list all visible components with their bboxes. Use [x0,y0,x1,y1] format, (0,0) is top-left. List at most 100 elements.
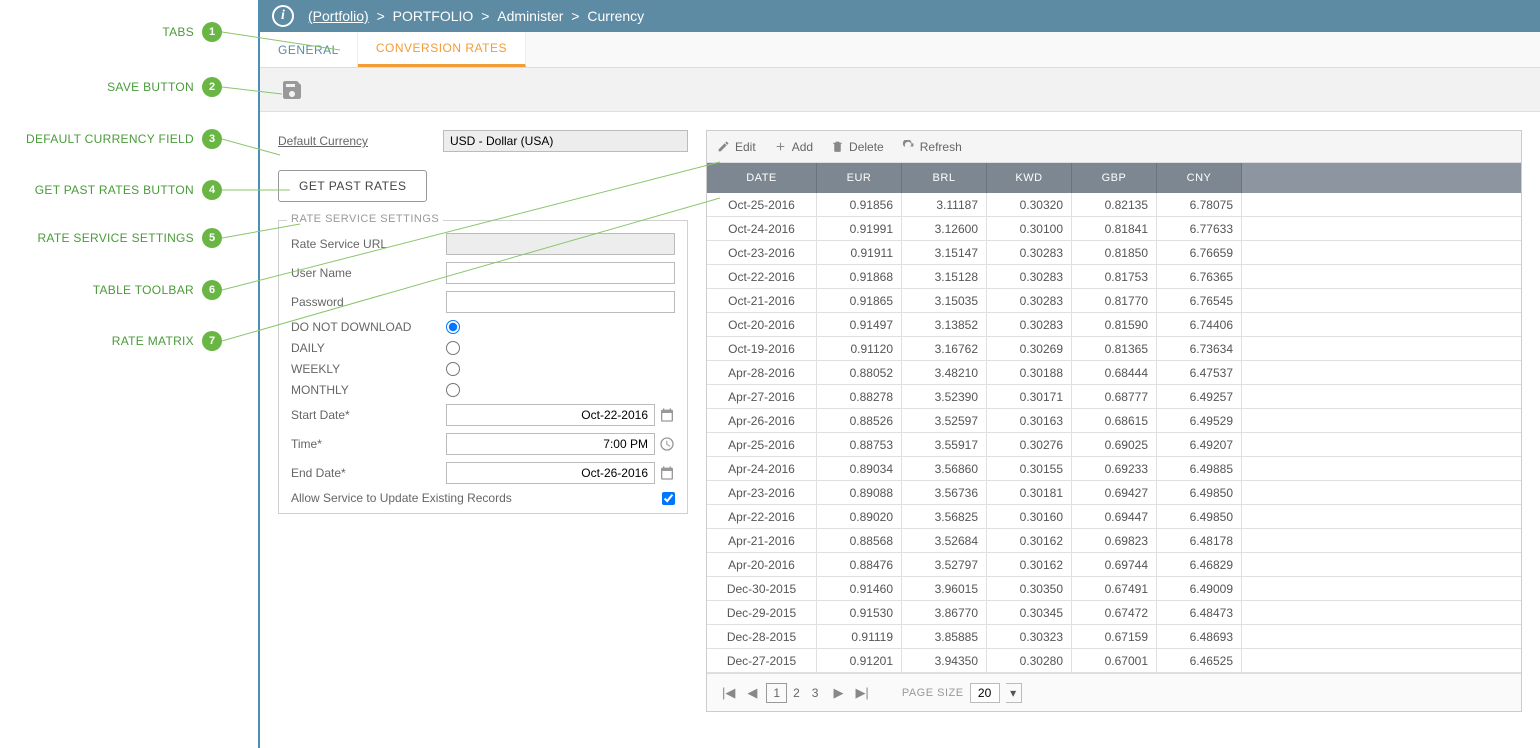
end-date-input[interactable] [446,462,655,484]
table-cell: 3.56825 [902,505,987,528]
table-cell: 0.67001 [1072,649,1157,672]
pager-page-3[interactable]: 3 [806,684,825,702]
table-cell: Dec-28-2015 [707,625,817,648]
monthly-label: MONTHLY [291,383,446,397]
table-cell: 0.30276 [987,433,1072,456]
grid-pager: |◀ ◀ 123 ▶ ▶| PAGE SIZE ▾ [707,673,1521,711]
delete-button[interactable]: Delete [831,140,884,154]
table-cell: 3.11187 [902,193,987,216]
table-toolbar: Edit Add Delete Refresh [707,131,1521,163]
weekly-radio[interactable] [446,362,460,376]
rate-service-url-input[interactable] [446,233,675,255]
daily-radio[interactable] [446,341,460,355]
annotation-3: DEFAULT CURRENCY FIELD3 [26,129,222,149]
save-icon[interactable] [280,78,304,102]
table-row[interactable]: Apr-26-20160.885263.525970.301630.686156… [707,409,1521,433]
table-row[interactable]: Dec-30-20150.914603.960150.303500.674916… [707,577,1521,601]
table-row[interactable]: Apr-28-20160.880523.482100.301880.684446… [707,361,1521,385]
table-cell: 3.15035 [902,289,987,312]
col-cny[interactable]: CNY [1157,163,1242,193]
table-cell: 3.48210 [902,361,987,384]
table-cell: 0.88568 [817,529,902,552]
breadcrumb-link[interactable]: (Portfolio) [308,8,369,24]
table-row[interactable]: Apr-23-20160.890883.567360.301810.694276… [707,481,1521,505]
edit-button[interactable]: Edit [717,140,756,154]
table-row[interactable]: Oct-19-20160.911203.167620.302690.813656… [707,337,1521,361]
table-cell: 0.30155 [987,457,1072,480]
table-cell: Apr-25-2016 [707,433,817,456]
col-gbp[interactable]: GBP [1072,163,1157,193]
table-row[interactable]: Oct-22-20160.918683.151280.302830.817536… [707,265,1521,289]
table-row[interactable]: Apr-20-20160.884763.527970.301620.697446… [707,553,1521,577]
table-cell: 0.68444 [1072,361,1157,384]
table-cell: 0.88278 [817,385,902,408]
table-cell: 0.89020 [817,505,902,528]
table-cell: 0.30350 [987,577,1072,600]
table-row[interactable]: Dec-28-20150.911193.858850.303230.671596… [707,625,1521,649]
password-input[interactable] [446,291,675,313]
table-row[interactable]: Oct-20-20160.914973.138520.302830.815906… [707,313,1521,337]
table-cell: Apr-22-2016 [707,505,817,528]
table-row[interactable]: Apr-25-20160.887533.559170.302760.690256… [707,433,1521,457]
table-cell: 0.89088 [817,481,902,504]
table-cell: 0.81841 [1072,217,1157,240]
table-cell: 0.69447 [1072,505,1157,528]
page-size-input[interactable] [970,683,1000,703]
table-cell: 0.81365 [1072,337,1157,360]
do-not-download-radio[interactable] [446,320,460,334]
calendar-icon[interactable] [659,407,675,423]
table-cell: 3.85885 [902,625,987,648]
table-cell: 0.30181 [987,481,1072,504]
pager-page-1[interactable]: 1 [766,683,787,703]
table-row[interactable]: Apr-22-20160.890203.568250.301600.694476… [707,505,1521,529]
pager-first-icon[interactable]: |◀ [719,683,738,703]
monthly-radio[interactable] [446,383,460,397]
table-cell: 0.91991 [817,217,902,240]
start-date-input[interactable] [446,404,655,426]
table-row[interactable]: Apr-27-20160.882783.523900.301710.687776… [707,385,1521,409]
annotation-marker: 1 [202,22,222,42]
pager-next-icon[interactable]: ▶ [830,683,846,703]
table-cell: 6.49529 [1157,409,1242,432]
table-cell: 0.30162 [987,529,1072,552]
pager-last-icon[interactable]: ▶| [852,683,871,703]
table-cell: 6.49207 [1157,433,1242,456]
info-icon[interactable]: i [272,5,294,27]
table-cell: 0.91911 [817,241,902,264]
add-button[interactable]: Add [774,140,813,154]
annotation-marker: 6 [202,280,222,300]
table-row[interactable]: Dec-27-20150.912013.943500.302800.670016… [707,649,1521,673]
col-kwd[interactable]: KWD [987,163,1072,193]
tab-general[interactable]: GENERAL [260,32,358,67]
col-eur[interactable]: EUR [817,163,902,193]
tab-conversion-rates[interactable]: CONVERSION RATES [358,32,526,67]
user-name-input[interactable] [446,262,675,284]
table-row[interactable]: Oct-25-20160.918563.111870.303200.821356… [707,193,1521,217]
time-input[interactable] [446,433,655,455]
allow-update-checkbox[interactable] [662,492,675,505]
table-row[interactable]: Oct-24-20160.919913.126000.301000.818416… [707,217,1521,241]
refresh-button[interactable]: Refresh [902,140,962,154]
table-cell: 0.30160 [987,505,1072,528]
table-cell: Apr-21-2016 [707,529,817,552]
table-row[interactable]: Oct-23-20160.919113.151470.302830.818506… [707,241,1521,265]
get-past-rates-button[interactable]: GET PAST RATES [278,170,427,202]
default-currency-field[interactable] [443,130,688,152]
clock-icon[interactable] [659,436,675,452]
table-row[interactable]: Apr-21-20160.885683.526840.301620.698236… [707,529,1521,553]
table-row[interactable]: Apr-24-20160.890343.568600.301550.692336… [707,457,1521,481]
col-date[interactable]: DATE [707,163,817,193]
calendar-icon[interactable] [659,465,675,481]
table-row[interactable]: Oct-21-20160.918653.150350.302830.817706… [707,289,1521,313]
pager-prev-icon[interactable]: ◀ [744,683,760,703]
table-row[interactable]: Dec-29-20150.915303.867700.303450.674726… [707,601,1521,625]
page-size-dropdown-icon[interactable]: ▾ [1006,683,1022,703]
table-cell: 0.67159 [1072,625,1157,648]
table-cell: 3.12600 [902,217,987,240]
weekly-label: WEEKLY [291,362,446,376]
table-cell: 6.49885 [1157,457,1242,480]
edit-label: Edit [735,140,756,154]
pager-page-2[interactable]: 2 [787,684,806,702]
annotation-marker: 2 [202,77,222,97]
col-brl[interactable]: BRL [902,163,987,193]
